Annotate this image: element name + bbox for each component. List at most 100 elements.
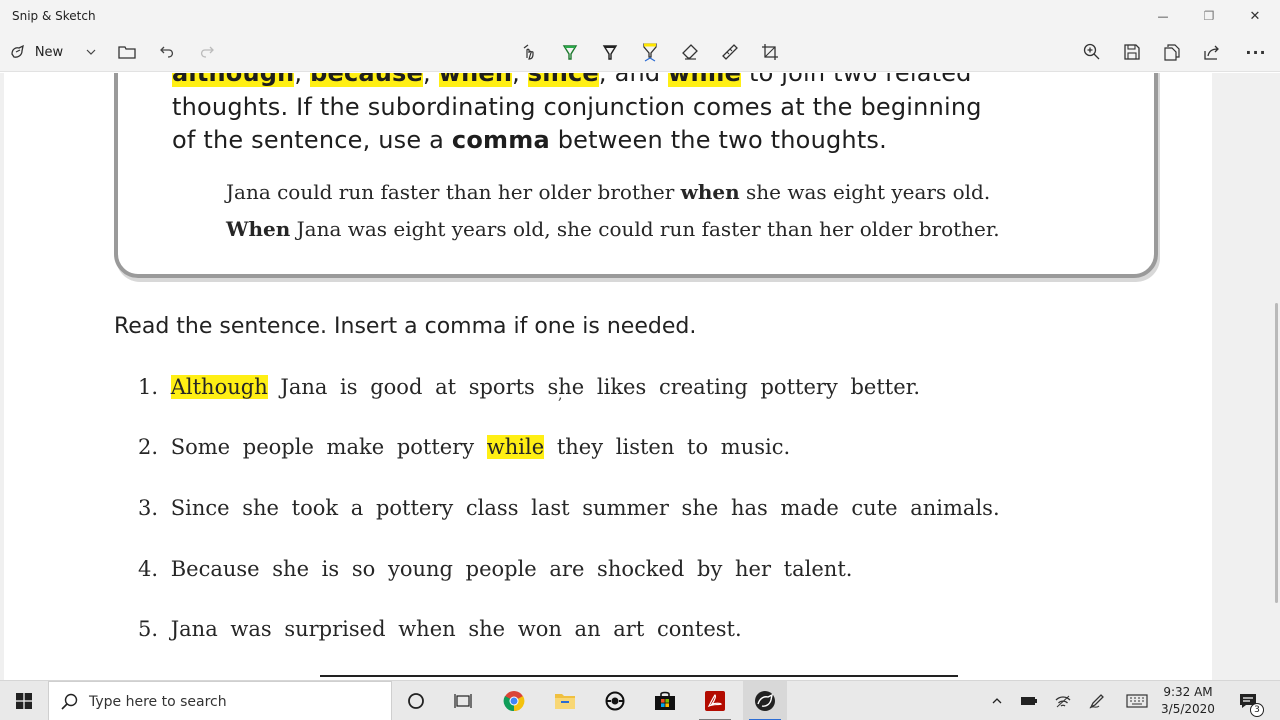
- answer-line: [320, 675, 958, 677]
- new-snip-button[interactable]: New: [8, 36, 98, 68]
- worksheet-page: although, because, when, since, and whil…: [4, 73, 1212, 680]
- title-bar: Snip & Sketch — ❐ ✕: [0, 0, 1280, 32]
- highlighted-while: while: [486, 435, 545, 459]
- close-icon: ✕: [1249, 8, 1261, 24]
- crop-icon: [762, 44, 778, 60]
- vertical-scrollbar[interactable]: [1272, 73, 1280, 680]
- scrollbar-thumb[interactable]: [1275, 303, 1278, 603]
- handwritten-comma: ,: [558, 387, 563, 403]
- new-snip-icon: [11, 44, 24, 58]
- share-button[interactable]: [1198, 36, 1226, 68]
- conjunction-when: when: [438, 73, 513, 87]
- rule-bold-comma: comma: [451, 126, 550, 154]
- network-button[interactable]: [1050, 681, 1076, 720]
- undo-button[interactable]: [154, 36, 180, 68]
- crop-button[interactable]: [756, 36, 784, 68]
- example-text: she was eight years old.: [739, 180, 991, 204]
- cortana-button[interactable]: [396, 681, 436, 720]
- see-more-button[interactable]: ···: [1240, 36, 1272, 68]
- rule-line-2: thoughts. If the subordinating conjuncti…: [172, 93, 982, 121]
- new-label: New: [34, 44, 64, 60]
- taskbar-chrome[interactable]: [494, 681, 534, 720]
- acrobat-icon: [705, 691, 725, 711]
- canvas-area: although, because, when, since, and whil…: [0, 73, 1280, 680]
- rule-text: ,: [423, 73, 439, 87]
- battery-button[interactable]: [1016, 681, 1042, 720]
- battery-icon: [1021, 697, 1037, 705]
- toolbar: New ···: [0, 32, 1280, 72]
- maximize-button[interactable]: ❐: [1186, 0, 1232, 32]
- zoom-in-icon: [1083, 43, 1100, 60]
- highlighter-button[interactable]: [636, 36, 664, 68]
- taskbar-search-box[interactable]: Type here to search: [48, 681, 392, 720]
- save-button[interactable]: [1118, 36, 1146, 68]
- item-number: 2.: [138, 435, 159, 459]
- redo-button[interactable]: [194, 36, 220, 68]
- snip-sketch-icon: [755, 691, 775, 711]
- task-view-icon: [454, 694, 472, 708]
- taskbar-acrobat[interactable]: [695, 681, 735, 720]
- pencil-icon: [602, 45, 618, 60]
- pen-workspace-button[interactable]: [1084, 681, 1110, 720]
- touch-writing-button[interactable]: [516, 36, 544, 68]
- example-sentence-1: Jana could run faster than her older bro…: [226, 180, 990, 204]
- taskbar-snip-sketch[interactable]: [743, 681, 787, 720]
- ruler-button[interactable]: [716, 36, 744, 68]
- exercise-item-4: 4. Because she is so young people are sh…: [138, 557, 852, 581]
- conjunction-although: although: [172, 73, 295, 87]
- redo-icon: [200, 46, 214, 58]
- exercise-item-2: 2. Some people make pottery while they l…: [138, 435, 790, 459]
- capture-icon: [605, 691, 625, 711]
- example-bold: when: [680, 180, 740, 204]
- rule-text: of the sentence, use a: [172, 126, 452, 154]
- exercise-item-3: 3. Since she took a pottery class last s…: [138, 496, 1000, 520]
- clock-time: 9:32 AM: [1163, 685, 1213, 699]
- rule-line-3: of the sentence, use a comma between the…: [172, 126, 887, 154]
- pencil-button[interactable]: [596, 36, 624, 68]
- minimize-button[interactable]: —: [1140, 0, 1186, 32]
- touch-writing-icon: [523, 44, 534, 60]
- windows-logo-icon: [16, 693, 32, 709]
- more-icon: ···: [1245, 42, 1267, 62]
- taskbar-clock[interactable]: 9:32 AM 3/5/2020: [1158, 684, 1218, 718]
- example-text: Jana was eight years old, she could run …: [290, 217, 1000, 241]
- show-hidden-icons-button[interactable]: [986, 681, 1008, 720]
- zoom-button[interactable]: [1078, 36, 1106, 68]
- item-number: 4.: [138, 557, 159, 581]
- taskbar-file-explorer[interactable]: [545, 681, 585, 720]
- instruction-text: Read the sentence. Insert a comma if one…: [114, 314, 697, 339]
- cortana-icon: [408, 693, 424, 709]
- item-number: 5.: [138, 617, 159, 641]
- window-title: Snip & Sketch: [12, 9, 96, 23]
- taskbar: Type here to search 9:32 AM 3/5/2020 3: [0, 680, 1280, 720]
- task-view-button[interactable]: [443, 681, 483, 720]
- folder-icon: [118, 46, 136, 59]
- restore-icon: ❐: [1203, 9, 1215, 23]
- rule-line-1: although, because, when, since, and whil…: [172, 73, 972, 87]
- rule-text: ,: [294, 73, 311, 87]
- search-placeholder: Type here to search: [89, 694, 227, 710]
- exercise-item-1: 1. Although Jana is good at sports she l…: [138, 375, 920, 399]
- ballpoint-pen-button[interactable]: [556, 36, 584, 68]
- item-text: Because she is so young people are shock…: [170, 557, 853, 581]
- conjunction-because: because: [310, 73, 424, 87]
- item-text: Jana is good at sports she likes creatin…: [267, 375, 921, 399]
- search-icon: [61, 693, 78, 710]
- clock-date: 3/5/2020: [1161, 702, 1215, 716]
- item-text: Some people make pottery: [170, 435, 487, 459]
- close-button[interactable]: ✕: [1232, 0, 1278, 32]
- item-number: 3.: [138, 496, 159, 520]
- exercise-item-5: 5. Jana was surprised when she won an ar…: [138, 617, 742, 641]
- open-file-button[interactable]: [114, 36, 140, 68]
- eraser-button[interactable]: [676, 36, 704, 68]
- chevron-down-icon[interactable]: [85, 46, 97, 58]
- copy-icon: [1164, 44, 1180, 61]
- start-button[interactable]: [0, 681, 48, 720]
- touch-keyboard-button[interactable]: [1122, 681, 1152, 720]
- ballpoint-pen-icon: [562, 45, 578, 60]
- copy-button[interactable]: [1158, 36, 1186, 68]
- action-center-button[interactable]: 3: [1232, 681, 1264, 720]
- taskbar-screen-sketch[interactable]: [595, 681, 635, 720]
- highlighted-although: Although: [170, 375, 268, 399]
- taskbar-store[interactable]: [645, 681, 685, 720]
